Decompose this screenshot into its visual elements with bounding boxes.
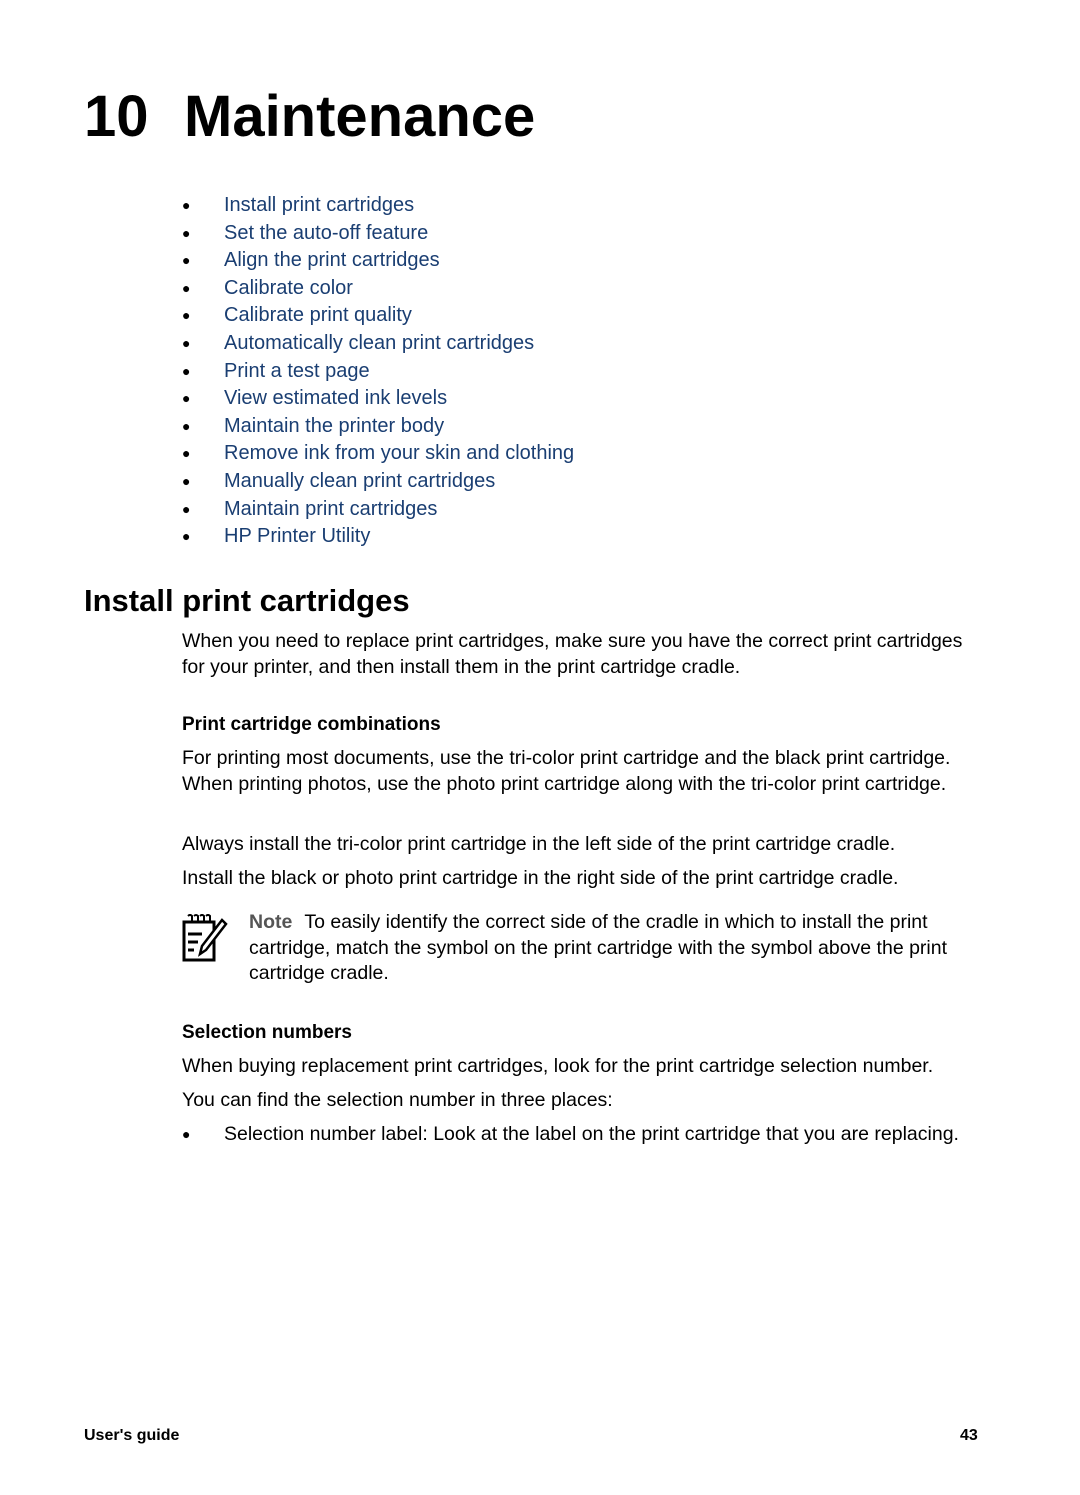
chapter-name: Maintenance (184, 84, 536, 149)
toc-link[interactable]: Maintain print cartridges (224, 498, 437, 520)
selection-heading: Selection numbers (182, 1022, 352, 1043)
toc-item: ● Calibrate color (182, 275, 574, 303)
toc-link[interactable]: Print a test page (224, 360, 370, 382)
section-intro: When you need to replace print cartridge… (182, 630, 963, 678)
footer-guide-title: User's guide (84, 1427, 180, 1444)
note-pencil-icon (182, 914, 228, 962)
toc-link[interactable]: Maintain the printer body (224, 415, 444, 437)
bullet-icon: ● (182, 307, 191, 324)
toc-link[interactable]: Install print cartridges (224, 194, 414, 216)
combinations-paragraph-3: Install the black or photo print cartrid… (182, 867, 899, 889)
bullet-icon: ● (182, 500, 191, 517)
toc-link[interactable]: Remove ink from your skin and clothing (224, 442, 574, 464)
bullet-icon: ● (182, 417, 191, 434)
note-body: To easily identify the correct side of t… (249, 911, 948, 984)
toc-item: ● Maintain the printer body (182, 413, 574, 441)
toc-link[interactable]: Set the auto-off feature (224, 222, 428, 244)
toc-item: ● Install print cartridges (182, 192, 574, 220)
bullet-icon: ● (182, 334, 191, 351)
toc-link[interactable]: Align the print cartridges (224, 249, 440, 271)
toc-item: ● HP Printer Utility (182, 523, 574, 551)
toc-item: ● Print a test page (182, 358, 574, 386)
toc-link[interactable]: Calibrate print quality (224, 304, 412, 326)
toc-item: ● View estimated ink levels (182, 385, 574, 413)
toc-item: ● Automatically clean print cartridges (182, 330, 574, 358)
note-label: Note (249, 911, 293, 933)
bullet-icon: ● (182, 445, 191, 462)
chapter-toc: ● Install print cartridges ● Set the auto-… (182, 192, 574, 551)
toc-item: ● Maintain print cartridges (182, 496, 574, 524)
toc-item: ● Manually clean print cartridges (182, 468, 574, 496)
bullet-icon: ● (182, 252, 191, 269)
toc-link[interactable]: Calibrate color (224, 277, 353, 299)
toc-item: ● Calibrate print quality (182, 302, 574, 330)
selection-list-item-text: Selection number label: Look at the labe… (224, 1123, 959, 1145)
bullet-icon: ● (182, 362, 191, 379)
combinations-paragraph-2: Always install the tri-color print cartr… (182, 833, 896, 855)
combinations-heading: Print cartridge combinations (182, 714, 441, 735)
bullet-icon: ● (182, 472, 191, 489)
toc-item: ● Align the print cartridges (182, 247, 574, 275)
selection-paragraph-2: You can find the selection number in thr… (182, 1089, 613, 1111)
bullet-icon: ● (182, 1126, 191, 1142)
note-text: Note To easily identify the correct side … (249, 910, 979, 987)
toc-link[interactable]: Manually clean print cartridges (224, 470, 495, 492)
toc-link[interactable]: HP Printer Utility (224, 525, 370, 547)
chapter-number: 10 (84, 84, 149, 149)
combinations-paragraph-1: For printing most documents, use the tri… (182, 747, 951, 795)
selection-list-item: ● Selection number label: Look at the la… (182, 1122, 982, 1148)
bullet-icon: ● (182, 224, 191, 241)
bullet-icon: ● (182, 390, 191, 407)
chapter-title: 10 Maintenance (84, 84, 535, 150)
toc-link[interactable]: Automatically clean print cartridges (224, 332, 534, 354)
toc-item: ● Set the auto-off feature (182, 220, 574, 248)
page-number: 43 (960, 1427, 978, 1444)
section-title: Install print cartridges (84, 583, 410, 618)
toc-link[interactable]: View estimated ink levels (224, 387, 447, 409)
selection-paragraph-1: When buying replacement print cartridges… (182, 1055, 934, 1077)
bullet-icon: ● (182, 279, 191, 296)
bullet-icon: ● (182, 197, 191, 213)
toc-item: ● Remove ink from your skin and clothing (182, 440, 574, 468)
bullet-icon: ● (182, 528, 191, 545)
